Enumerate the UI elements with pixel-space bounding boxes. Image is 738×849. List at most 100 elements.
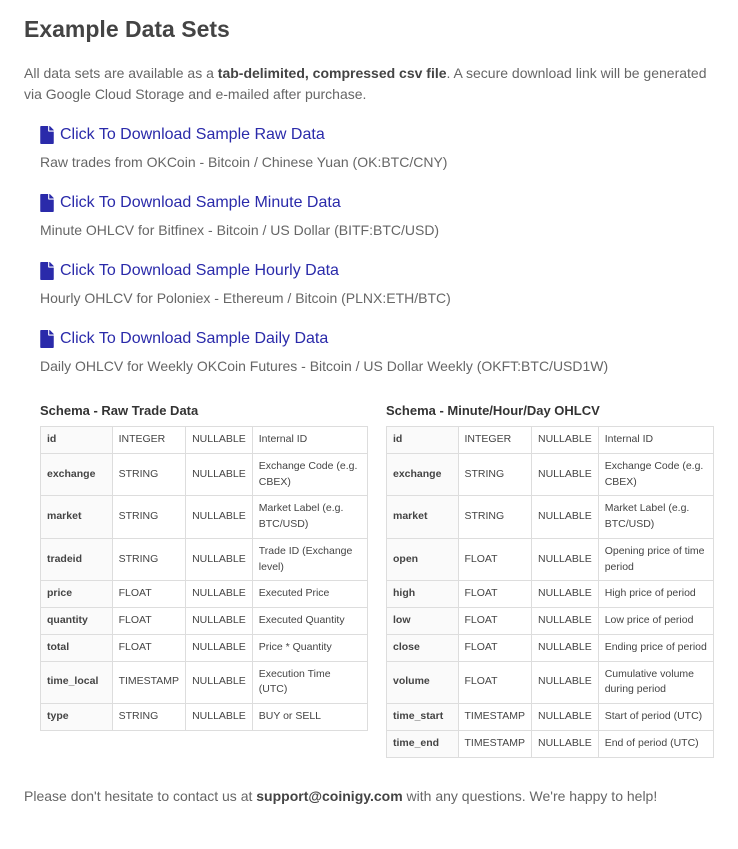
schemas-container: Schema - Raw Trade Data idINTEGERNULLABL… (40, 401, 714, 758)
schema-raw-block: Schema - Raw Trade Data idINTEGERNULLABL… (40, 401, 368, 758)
schema-col-null: NULLABLE (532, 634, 599, 661)
contact-text: Please don't hesitate to contact us at s… (24, 786, 714, 807)
schema-col-name: time_start (387, 704, 459, 731)
table-row: idINTEGERNULLABLEInternal ID (387, 427, 714, 454)
schema-col-null: NULLABLE (532, 704, 599, 731)
table-row: quantityFLOATNULLABLEExecuted Quantity (41, 608, 368, 635)
contact-email: support@coinigy.com (256, 788, 402, 804)
schema-col-type: FLOAT (112, 634, 185, 661)
schema-col-name: low (387, 608, 459, 635)
download-label: Click To Download Sample Raw Data (60, 123, 325, 147)
schema-col-type: INTEGER (112, 427, 185, 454)
download-link-daily[interactable]: Click To Download Sample Daily Data (40, 327, 328, 351)
schema-col-name: time_end (387, 730, 459, 757)
schema-col-null: NULLABLE (532, 608, 599, 635)
table-row: highFLOATNULLABLEHigh price of period (387, 581, 714, 608)
file-icon (40, 126, 54, 144)
schema-col-type: FLOAT (458, 634, 531, 661)
schema-col-type: STRING (112, 538, 185, 581)
table-row: lowFLOATNULLABLELow price of period (387, 608, 714, 635)
schema-col-name: open (387, 538, 459, 581)
schema-col-name: time_local (41, 661, 113, 704)
schema-col-name: total (41, 634, 113, 661)
download-link-minute[interactable]: Click To Download Sample Minute Data (40, 191, 341, 215)
schema-col-name: volume (387, 661, 459, 704)
schema-col-null: NULLABLE (186, 453, 253, 496)
schema-col-type: TIMESTAMP (112, 661, 185, 704)
schema-col-desc: Internal ID (598, 427, 713, 454)
download-label: Click To Download Sample Daily Data (60, 327, 328, 351)
schema-col-desc: Cumulative volume during period (598, 661, 713, 704)
schema-col-name: exchange (387, 453, 459, 496)
schema-col-null: NULLABLE (186, 608, 253, 635)
schema-col-type: STRING (112, 496, 185, 539)
intro-bold: tab-delimited, compressed csv file (218, 65, 447, 81)
download-list: Click To Download Sample Raw Data Raw tr… (40, 123, 714, 377)
table-row: tradeidSTRINGNULLABLETrade ID (Exchange … (41, 538, 368, 581)
table-row: totalFLOATNULLABLEPrice * Quantity (41, 634, 368, 661)
schema-col-type: STRING (112, 453, 185, 496)
schema-col-null: NULLABLE (532, 453, 599, 496)
table-row: time_startTIMESTAMPNULLABLEStart of peri… (387, 704, 714, 731)
schema-col-name: market (41, 496, 113, 539)
table-row: time_localTIMESTAMPNULLABLEExecution Tim… (41, 661, 368, 704)
download-label: Click To Download Sample Hourly Data (60, 259, 339, 283)
schema-col-type: FLOAT (112, 608, 185, 635)
table-row: exchangeSTRINGNULLABLEExchange Code (e.g… (387, 453, 714, 496)
file-icon (40, 194, 54, 212)
schema-col-name: exchange (41, 453, 113, 496)
schema-col-desc: End of period (UTC) (598, 730, 713, 757)
schema-col-type: TIMESTAMP (458, 704, 531, 731)
download-item-hourly: Click To Download Sample Hourly Data Hou… (40, 259, 714, 309)
schema-col-name: tradeid (41, 538, 113, 581)
schema-col-desc: Trade ID (Exchange level) (252, 538, 367, 581)
schema-col-desc: Executed Quantity (252, 608, 367, 635)
schema-col-type: INTEGER (458, 427, 531, 454)
schema-col-type: FLOAT (112, 581, 185, 608)
schema-col-null: NULLABLE (186, 661, 253, 704)
schema-ohlcv-title: Schema - Minute/Hour/Day OHLCV (386, 401, 714, 421)
download-item-daily: Click To Download Sample Daily Data Dail… (40, 327, 714, 377)
schema-col-name: quantity (41, 608, 113, 635)
schema-raw-table: idINTEGERNULLABLEInternal IDexchangeSTRI… (40, 426, 368, 731)
schema-col-null: NULLABLE (532, 427, 599, 454)
schema-col-null: NULLABLE (186, 538, 253, 581)
table-row: time_endTIMESTAMPNULLABLEEnd of period (… (387, 730, 714, 757)
schema-col-name: close (387, 634, 459, 661)
schema-col-name: id (387, 427, 459, 454)
schema-col-null: NULLABLE (532, 581, 599, 608)
schema-col-desc: Ending price of period (598, 634, 713, 661)
table-row: marketSTRINGNULLABLEMarket Label (e.g. B… (387, 496, 714, 539)
table-row: openFLOATNULLABLEOpening price of time p… (387, 538, 714, 581)
schema-col-type: FLOAT (458, 608, 531, 635)
download-link-hourly[interactable]: Click To Download Sample Hourly Data (40, 259, 339, 283)
schema-col-null: NULLABLE (186, 634, 253, 661)
schema-col-type: FLOAT (458, 538, 531, 581)
schema-col-type: STRING (458, 496, 531, 539)
schema-col-null: NULLABLE (532, 730, 599, 757)
schema-col-desc: Executed Price (252, 581, 367, 608)
download-item-raw: Click To Download Sample Raw Data Raw tr… (40, 123, 714, 173)
schema-col-desc: Market Label (e.g. BTC/USD) (252, 496, 367, 539)
schema-col-desc: Price * Quantity (252, 634, 367, 661)
schema-col-desc: Execution Time (UTC) (252, 661, 367, 704)
schema-col-null: NULLABLE (186, 704, 253, 731)
intro-text: All data sets are available as a tab-del… (24, 63, 714, 105)
download-desc: Minute OHLCV for Bitfinex - Bitcoin / US… (40, 220, 714, 241)
contact-prefix: Please don't hesitate to contact us at (24, 788, 256, 804)
schema-col-desc: Low price of period (598, 608, 713, 635)
schema-col-type: STRING (458, 453, 531, 496)
schema-ohlcv-block: Schema - Minute/Hour/Day OHLCV idINTEGER… (386, 401, 714, 758)
download-desc: Raw trades from OKCoin - Bitcoin / Chine… (40, 152, 714, 173)
file-icon (40, 262, 54, 280)
table-row: priceFLOATNULLABLEExecuted Price (41, 581, 368, 608)
schema-col-type: FLOAT (458, 661, 531, 704)
schema-col-type: FLOAT (458, 581, 531, 608)
schema-col-desc: BUY or SELL (252, 704, 367, 731)
schema-col-null: NULLABLE (186, 581, 253, 608)
download-desc: Hourly OHLCV for Poloniex - Ethereum / B… (40, 288, 714, 309)
schema-col-desc: Market Label (e.g. BTC/USD) (598, 496, 713, 539)
schema-col-desc: Exchange Code (e.g. CBEX) (598, 453, 713, 496)
schema-col-name: price (41, 581, 113, 608)
download-link-raw[interactable]: Click To Download Sample Raw Data (40, 123, 325, 147)
